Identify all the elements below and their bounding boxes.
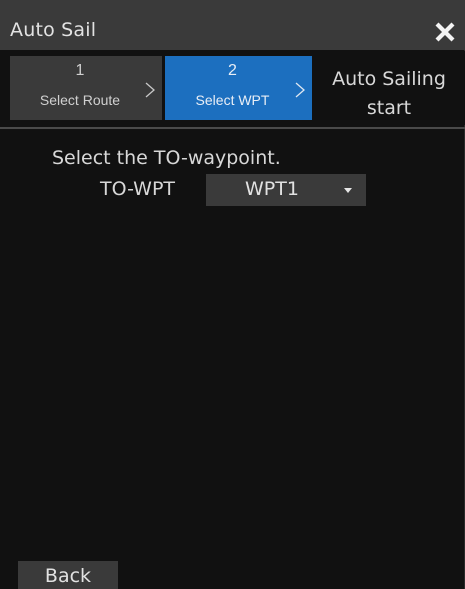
- to-wpt-value: WPT1: [245, 178, 299, 200]
- to-wpt-select[interactable]: WPT1: [206, 174, 366, 206]
- divider: [0, 127, 465, 129]
- instruction-text: Select the TO-waypoint.: [52, 147, 281, 169]
- step-number: 1: [75, 62, 85, 79]
- back-button-label: Back: [44, 565, 92, 587]
- to-wpt-label: TO-WPT: [100, 178, 176, 200]
- step-select-wpt[interactable]: 2 Select WPT: [165, 56, 312, 120]
- step-indicator: 1 Select Route 2 Select WPT Auto Sailing…: [0, 51, 465, 125]
- auto-sail-dialog: Auto Sail 1 Select Route 2 Select WPT Au…: [0, 0, 465, 589]
- step-label: Select Route: [39, 92, 121, 108]
- chevron-right-icon: [295, 82, 305, 98]
- title-bar: Auto Sail: [0, 0, 465, 50]
- step-number: 2: [228, 62, 237, 79]
- step-label: Select WPT: [195, 92, 270, 108]
- chevron-right-icon: [145, 82, 155, 98]
- dialog-title: Auto Sail: [10, 19, 97, 41]
- close-icon: [435, 22, 455, 42]
- back-button[interactable]: Back: [18, 561, 118, 589]
- close-button[interactable]: [431, 18, 459, 46]
- step-label-line2: start: [366, 97, 412, 119]
- step-select-route[interactable]: 1 Select Route: [10, 56, 162, 120]
- step-label-line1: Auto Sailing: [332, 68, 446, 90]
- step-auto-sailing-start: Auto Sailing start: [314, 56, 464, 120]
- caret-down-icon: [344, 188, 352, 193]
